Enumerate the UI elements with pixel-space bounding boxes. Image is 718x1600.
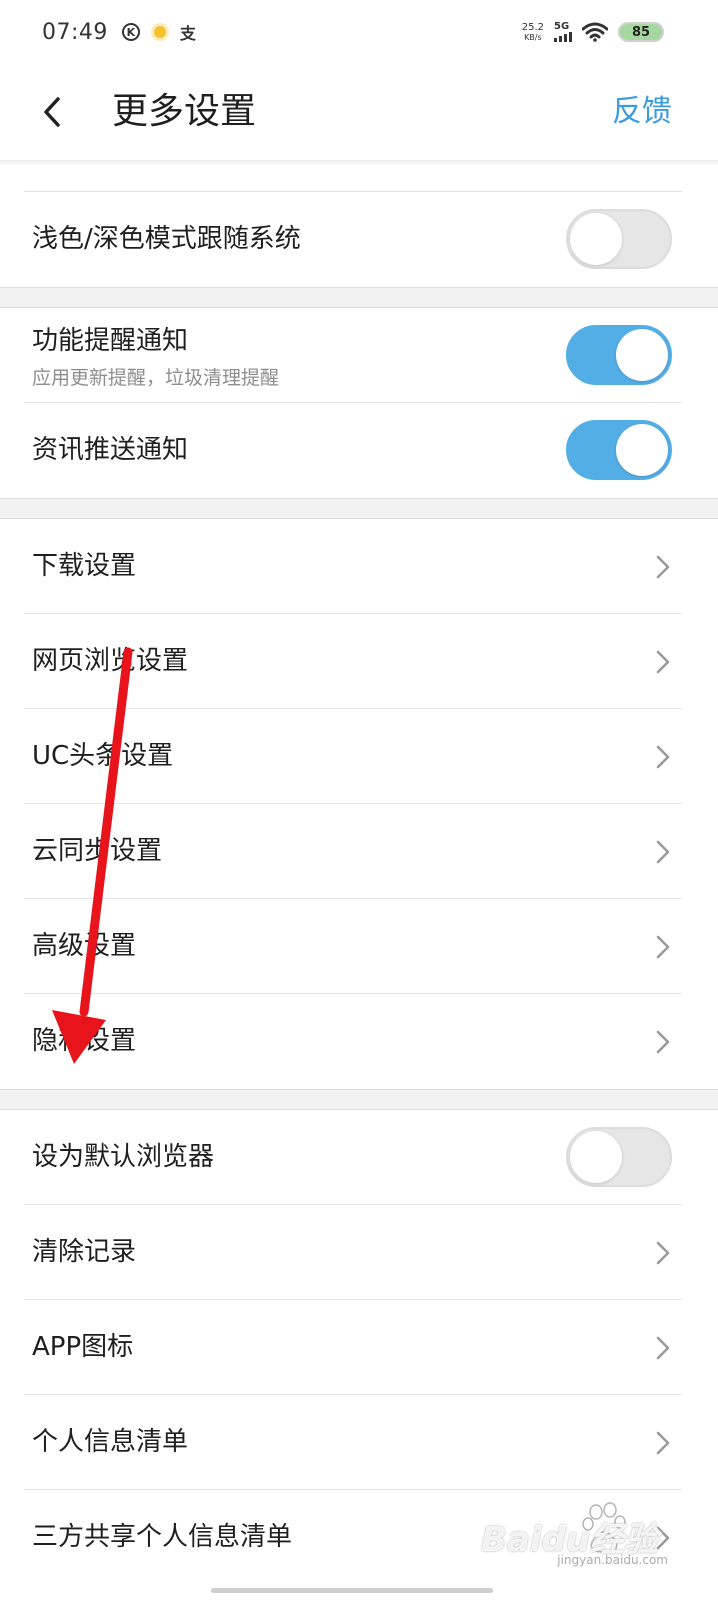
chevron-right-icon: [656, 650, 670, 674]
setting-row-feature-reminder[interactable]: 功能提醒通知 应用更新提醒，垃圾清理提醒: [24, 308, 682, 403]
setting-label: 浅色/深色模式跟随系统: [32, 224, 301, 254]
chevron-right-icon: [656, 1241, 670, 1265]
setting-row-cloud-sync[interactable]: 云同步设置: [24, 804, 682, 899]
setting-row-news-push[interactable]: 资讯推送通知: [24, 403, 682, 498]
setting-label: 隐私设置: [32, 1026, 137, 1056]
setting-row-clear-history[interactable]: 清除记录: [24, 1205, 682, 1300]
status-left: 07:49 K 支: [42, 20, 196, 45]
chevron-right-icon: [656, 1030, 670, 1054]
setting-label: 高级设置: [32, 931, 137, 961]
setting-label: UC头条设置: [32, 741, 174, 771]
chevron-right-icon: [656, 1336, 670, 1360]
feature-reminder-toggle[interactable]: [566, 325, 672, 385]
chevron-right-icon: [656, 1431, 670, 1455]
settings-group-general: 下载设置 网页浏览设置 UC头条设置 云同步设置 高级设置 隐私设置: [0, 519, 718, 1089]
group-separator: [0, 287, 718, 308]
setting-label: 功能提醒通知: [32, 326, 189, 356]
setting-label: 资讯推送通知: [32, 435, 189, 465]
battery-icon: 85: [618, 22, 664, 42]
watermark-subtext: jingyan.baidu.com: [557, 1553, 668, 1567]
setting-row-default-browser[interactable]: 设为默认浏览器: [24, 1110, 682, 1205]
sun-icon: [153, 26, 166, 38]
dark-mode-toggle[interactable]: [566, 209, 672, 269]
chevron-right-icon: [656, 935, 670, 959]
header-shadow: [0, 160, 718, 166]
home-indicator[interactable]: [211, 1588, 493, 1593]
status-right: 25.2 KB/s 5G 85: [522, 22, 664, 42]
net-speed-unit: KB/s: [524, 32, 542, 42]
setting-label: 下载设置: [32, 551, 137, 581]
news-push-toggle[interactable]: [566, 420, 672, 480]
net-speed: 25.2 KB/s: [521, 21, 544, 42]
chevron-right-icon: [656, 745, 670, 769]
back-chevron-icon[interactable]: [40, 96, 64, 128]
setting-row-personal-info-list[interactable]: 个人信息清单: [24, 1395, 682, 1490]
battery-level: 85: [631, 24, 651, 40]
setting-label: APP图标: [32, 1332, 134, 1362]
setting-row-download[interactable]: 下载设置: [24, 519, 682, 614]
wifi-icon: [582, 22, 608, 42]
setting-row-uc-headlines[interactable]: UC头条设置: [24, 709, 682, 804]
group-separator: [0, 1089, 718, 1110]
setting-label: 云同步设置: [32, 836, 163, 866]
feedback-button[interactable]: 反馈: [612, 92, 672, 132]
status-bar: 07:49 K 支 25.2 KB/s 5G 85: [0, 0, 718, 64]
page-title: 更多设置: [112, 91, 257, 132]
group-separator: [0, 498, 718, 519]
status-time: 07:49: [42, 19, 108, 45]
setting-row-browsing[interactable]: 网页浏览设置: [24, 614, 682, 709]
setting-label: 设为默认浏览器: [32, 1142, 215, 1172]
setting-label: 网页浏览设置: [32, 646, 189, 676]
chevron-right-icon: [656, 555, 670, 579]
setting-row-dark-mode[interactable]: 浅色/深色模式跟随系统: [24, 192, 682, 287]
settings-group-notifications: 功能提醒通知 应用更新提醒，垃圾清理提醒 资讯推送通知: [0, 308, 718, 498]
setting-label: 清除记录: [32, 1237, 137, 1267]
signal-icon: 5G: [554, 22, 572, 42]
setting-row-app-icon[interactable]: APP图标: [24, 1300, 682, 1395]
setting-label: 个人信息清单: [32, 1427, 189, 1457]
alipay-icon: 支: [179, 24, 196, 43]
setting-label: 三方共享个人信息清单: [32, 1522, 293, 1552]
setting-row-privacy[interactable]: 隐私设置: [24, 994, 682, 1089]
setting-sublabel: 应用更新提醒，垃圾清理提醒: [32, 367, 280, 389]
settings-group-appearance: 浅色/深色模式跟随系统: [0, 192, 718, 287]
default-browser-toggle[interactable]: [566, 1127, 672, 1187]
net-speed-value: 25.2: [521, 21, 544, 33]
k-circle-icon: K: [121, 23, 140, 41]
network-type: 5G: [554, 21, 570, 32]
header: 更多设置 反馈: [0, 64, 718, 160]
setting-row-advanced[interactable]: 高级设置: [24, 899, 682, 994]
chevron-right-icon: [656, 840, 670, 864]
